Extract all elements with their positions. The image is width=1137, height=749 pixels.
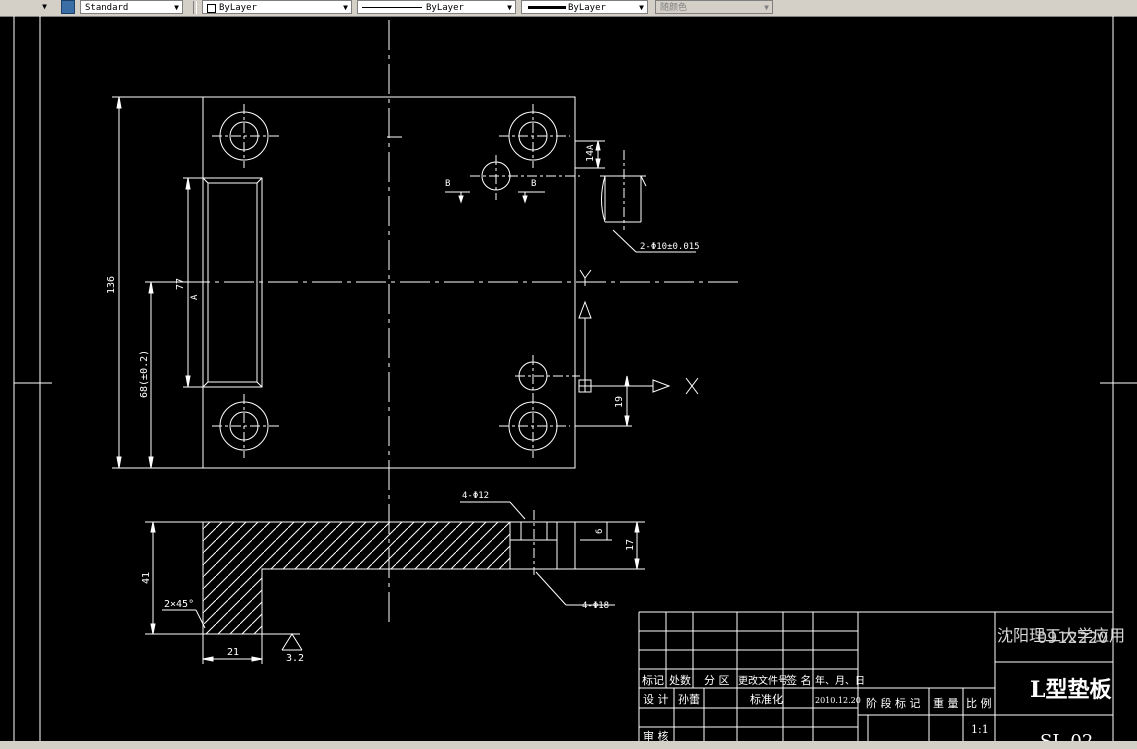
hole-2-label: 2-Φ10±0.015 — [640, 242, 700, 252]
tb-stage-label: 阶 段 标 记 — [866, 696, 921, 710]
hole-4-18-label: 4-Φ18 — [582, 601, 609, 611]
pin-hole-lower — [515, 355, 580, 398]
tb-std-label: 标准化 — [750, 692, 783, 706]
dimstyle-select[interactable]: Standard ▼ — [80, 0, 183, 14]
roughness-label: 3.2 — [286, 653, 304, 664]
tb-scale-label: 比 例 — [966, 696, 992, 710]
linetype-preview-icon — [362, 7, 422, 8]
dim-77: 77 — [175, 278, 186, 290]
title-block-text: 标记 处数 分 区 更改文件号 签 名 年、月、日 设 计 孙蕾 标准化 201… — [642, 626, 1125, 741]
linetype-select[interactable]: ByLayer ▼ — [357, 0, 516, 14]
dim-41: 41 — [141, 572, 152, 584]
status-bar — [0, 741, 1137, 749]
label-b2: B — [531, 179, 536, 189]
plotstyle-select: 随颜色 ▼ — [655, 0, 773, 14]
tb-header-count: 处数 — [669, 674, 691, 687]
chevron-down-icon: ▼ — [343, 3, 348, 12]
tb-drawing-no: SL-02 — [1040, 731, 1093, 741]
tb-designer: 孙蕾 — [678, 693, 700, 706]
chevron-down-icon: ▼ — [507, 3, 512, 12]
label-b1: B — [445, 179, 450, 189]
hole-top-left — [212, 104, 282, 168]
chevron-down-icon: ▼ — [764, 3, 769, 12]
tb-header-mark: 标记 — [642, 673, 664, 687]
tb-header-date: 年、月、日 — [815, 674, 865, 687]
label-a-right: A — [586, 144, 596, 150]
tb-std-date: 2010.12.20 — [815, 696, 861, 705]
lineweight-value: ByLayer — [568, 3, 606, 13]
chevron-down-icon: ▼ — [174, 3, 179, 12]
chamfer-label: 2×45° — [164, 599, 194, 610]
dim-17: 17 — [625, 539, 636, 551]
color-swatch-icon — [207, 4, 216, 13]
label-a-left: A — [190, 294, 200, 300]
drawing-canvas[interactable]: 136 77 68(±0.2) A B B 14 A 2-Φ10±0.015 1… — [0, 16, 1137, 741]
tb-design-label: 设 计 — [643, 693, 669, 706]
dim-68: 68(±0.2) — [139, 350, 150, 398]
tb-weight-label: 重 量 — [933, 696, 959, 710]
chevron-down-icon: ▼ — [639, 3, 644, 12]
previous-combo-arrow[interactable]: ▼ — [0, 0, 50, 14]
properties-toolbar: ▼ Standard ▼ ByLayer ▼ ByLayer ▼ ByLayer… — [0, 0, 1137, 17]
front-view — [145, 501, 645, 664]
dim-21: 21 — [227, 647, 239, 658]
tb-organization: 沈阳理工大学应用 — [997, 626, 1125, 645]
linetype-value: ByLayer — [426, 3, 464, 13]
lineweight-preview-icon — [528, 6, 566, 9]
lineweight-select[interactable]: ByLayer ▼ — [521, 0, 648, 14]
dim-136: 136 — [106, 276, 117, 294]
plotstyle-value: 随颜色 — [660, 3, 688, 13]
tb-header-docno: 更改文件号 — [738, 674, 788, 687]
section-markers — [445, 191, 545, 204]
layer-color-value: ByLayer — [219, 3, 257, 13]
toolbar-separator — [193, 1, 197, 14]
dimstyle-value: Standard — [85, 3, 129, 13]
dim-6: 6 — [595, 529, 605, 534]
tb-review-label: 审 核 — [643, 729, 669, 741]
tb-part-name: L型垫板 — [1030, 677, 1112, 703]
tb-header-zone: 分 区 — [704, 674, 730, 687]
tb-scale-value: 1:1 — [971, 723, 989, 736]
ucs-icon — [578, 269, 699, 395]
hole-4-12-label: 4-Φ12 — [462, 491, 489, 501]
tb-header-sign: 签 名 — [786, 673, 812, 687]
dimstyle-icon[interactable] — [61, 0, 75, 14]
dim-19: 19 — [614, 396, 625, 408]
dim-14: 14 — [585, 150, 596, 162]
hole-bottom-left — [212, 394, 282, 458]
hole-bottom-right — [499, 394, 570, 458]
layer-color-select[interactable]: ByLayer ▼ — [202, 0, 352, 14]
hole-top-right — [499, 104, 570, 168]
